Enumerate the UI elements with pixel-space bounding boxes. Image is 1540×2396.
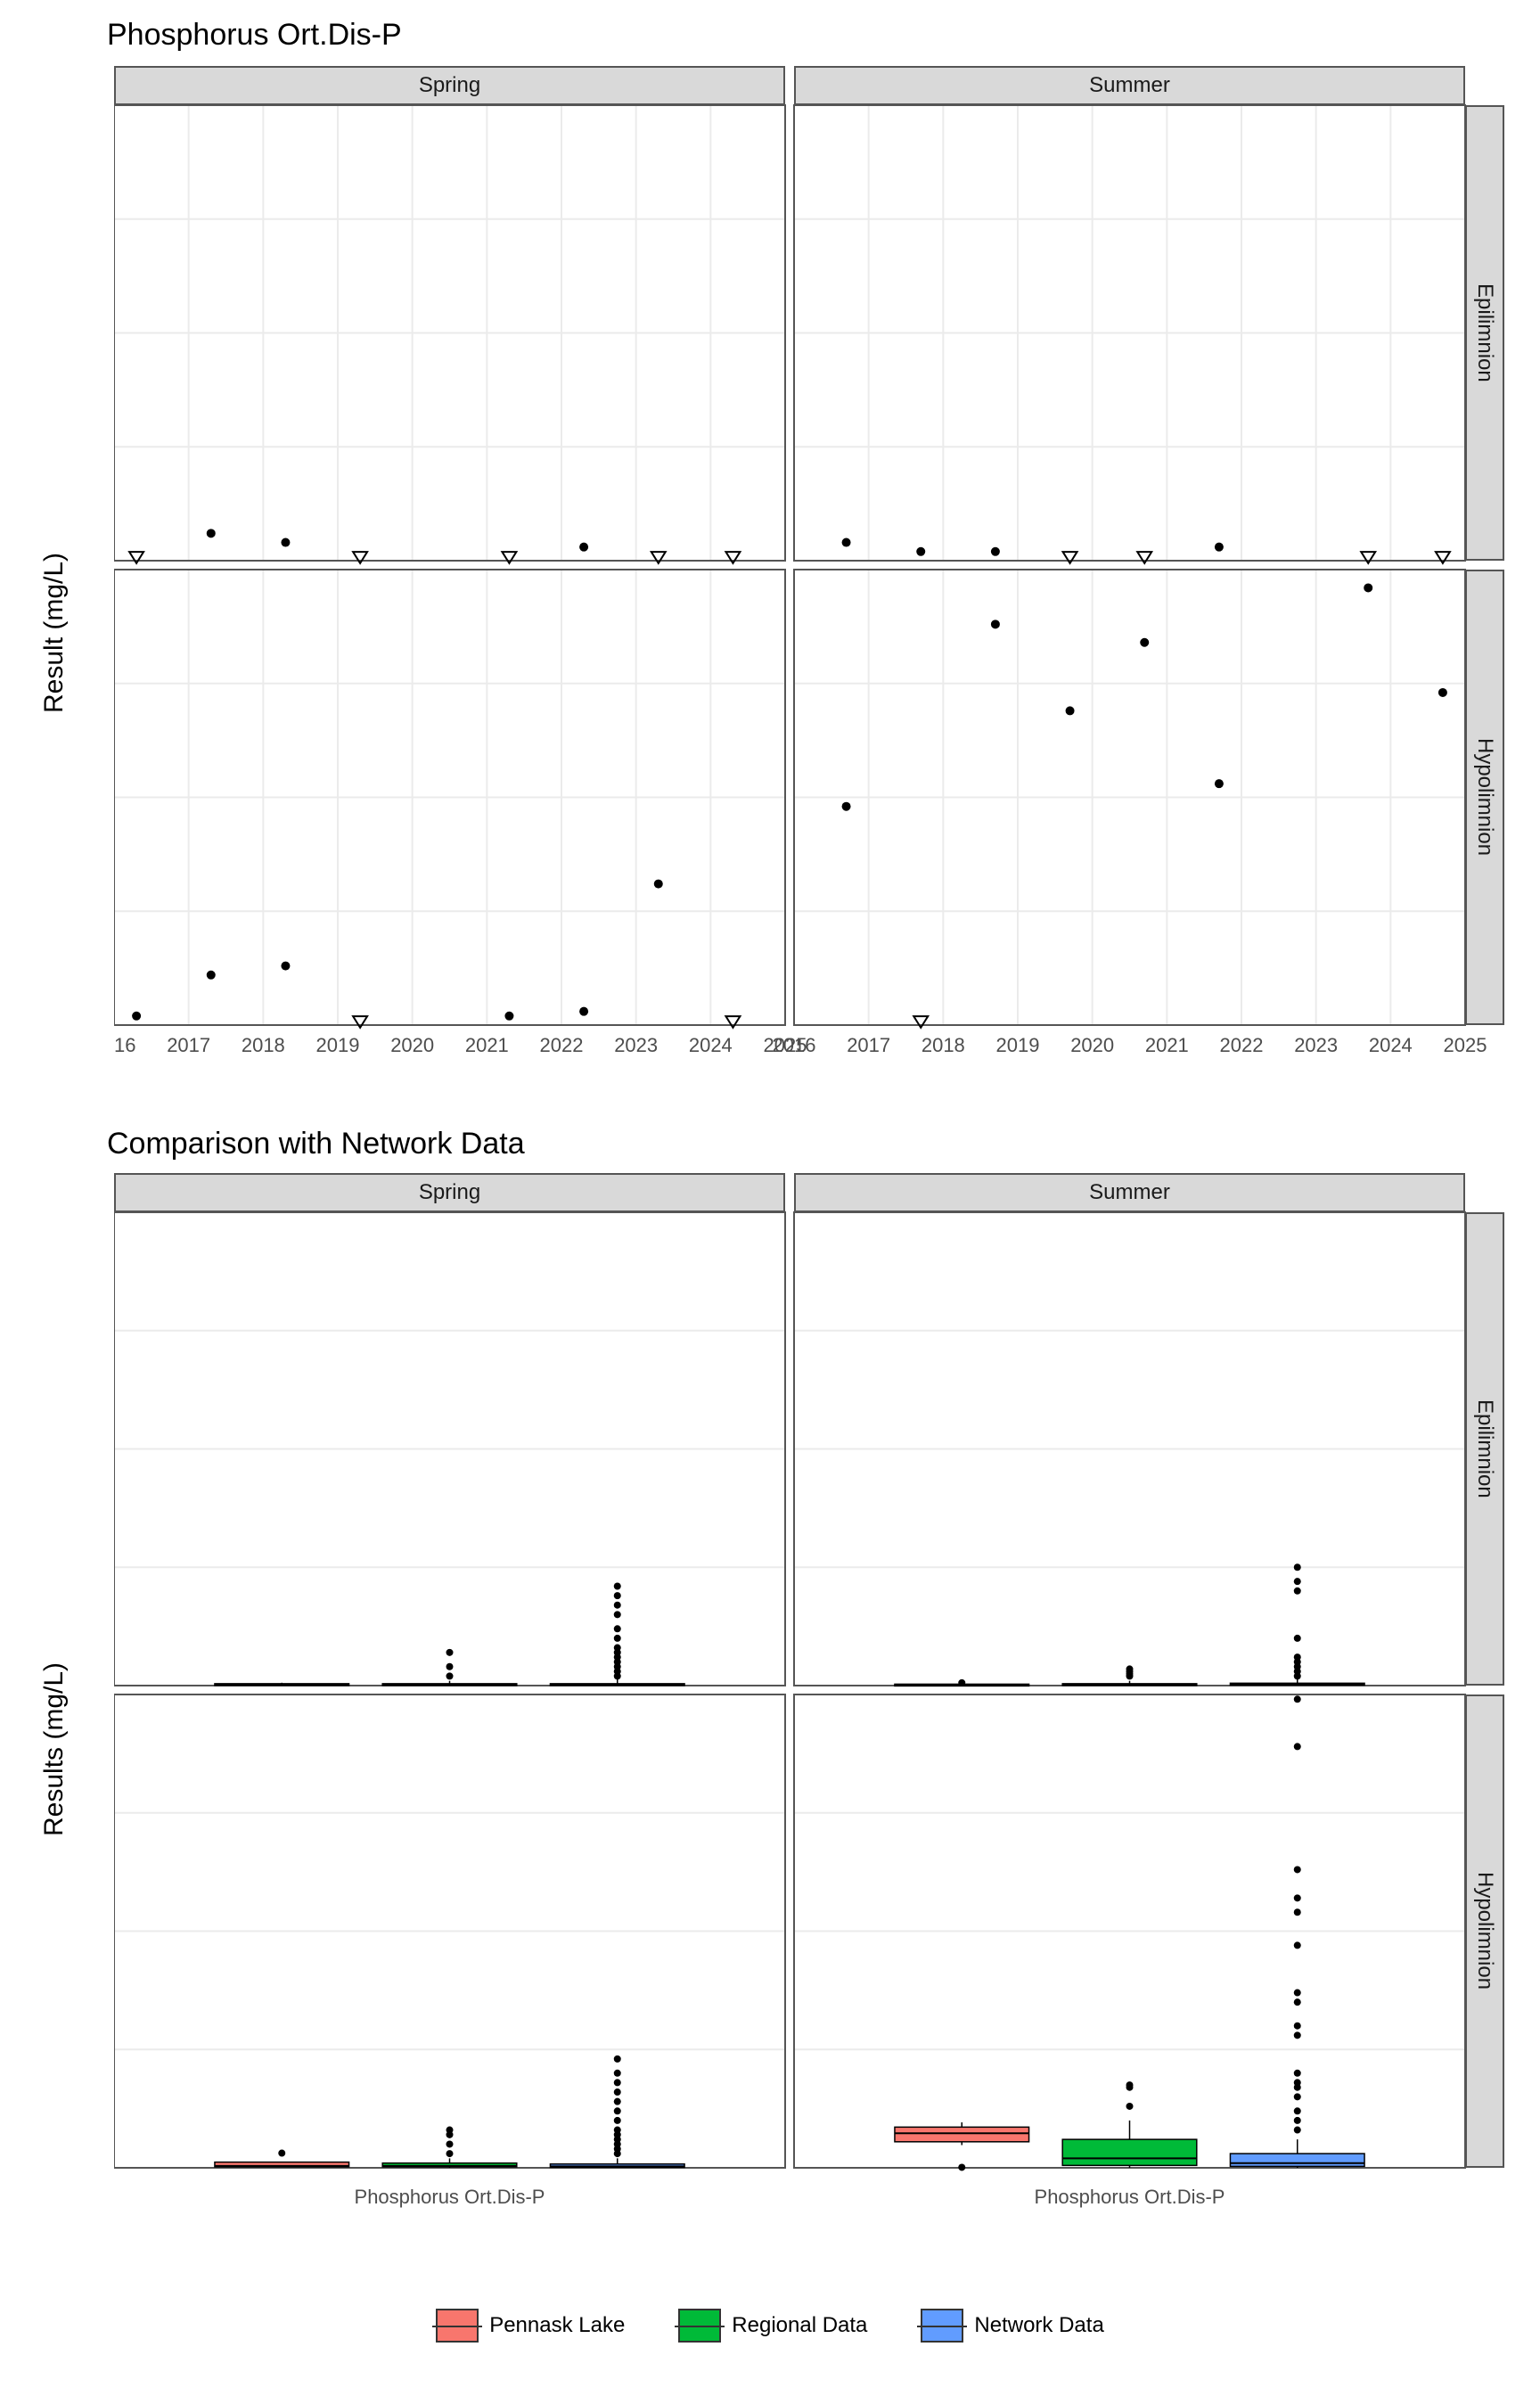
svg-text:2023: 2023: [1294, 1034, 1338, 1056]
svg-text:2024: 2024: [689, 1034, 733, 1056]
legend-label: Network Data: [974, 2313, 1103, 2338]
chart2-title: Comparison with Network Data: [107, 1127, 525, 1161]
svg-text:2022: 2022: [540, 1034, 584, 1056]
chart2: 0.000.250.500.751.000.000.250.500.751.00…: [114, 1173, 1504, 2230]
chart1-ylabel: Result (mg/L): [39, 553, 70, 713]
svg-text:2019: 2019: [996, 1034, 1040, 1056]
svg-text:2018: 2018: [922, 1034, 965, 1056]
legend-item-pennask: Pennask Lake: [436, 2309, 625, 2343]
legend-item-regional: Regional Data: [678, 2309, 867, 2343]
svg-text:Phosphorus Ort.Dis-P: Phosphorus Ort.Dis-P: [355, 2186, 545, 2208]
legend-swatch-icon: [436, 2309, 479, 2343]
facet-strip-row: Hypolimnion: [1465, 1694, 1504, 2168]
facet-strip-row: Epilimnion: [1465, 105, 1504, 561]
facet-strip-row: Hypolimnion: [1465, 570, 1504, 1025]
legend-swatch-icon: [678, 2309, 721, 2343]
facet-strip-col: Summer: [794, 1173, 1465, 1212]
facet-strip-col: Spring: [114, 1173, 785, 1212]
svg-text:2020: 2020: [1070, 1034, 1114, 1056]
svg-text:2016: 2016: [773, 1034, 816, 1056]
svg-text:2018: 2018: [242, 1034, 285, 1056]
svg-text:2021: 2021: [465, 1034, 509, 1056]
legend-label: Regional Data: [732, 2313, 867, 2338]
legend: Pennask Lake Regional Data Network Data: [0, 2309, 1540, 2343]
svg-text:2023: 2023: [614, 1034, 658, 1056]
legend-label: Pennask Lake: [489, 2313, 625, 2338]
svg-text:2017: 2017: [847, 1034, 890, 1056]
chart1-title: Phosphorus Ort.Dis-P: [107, 18, 402, 53]
svg-text:2021: 2021: [1145, 1034, 1189, 1056]
legend-item-network: Network Data: [921, 2309, 1103, 2343]
chart2-ylabel: Results (mg/L): [39, 1662, 70, 1836]
legend-swatch-icon: [921, 2309, 963, 2343]
svg-text:2017: 2017: [167, 1034, 210, 1056]
facet-strip-col: Spring: [114, 66, 785, 105]
svg-text:2016: 2016: [114, 1034, 135, 1056]
facet-strip-col: Summer: [794, 66, 1465, 105]
svg-text:2020: 2020: [390, 1034, 434, 1056]
svg-text:2022: 2022: [1220, 1034, 1264, 1056]
svg-text:2024: 2024: [1369, 1034, 1413, 1056]
svg-text:2025: 2025: [1444, 1034, 1487, 1056]
svg-text:2019: 2019: [316, 1034, 360, 1056]
chart1: 0.0000.0250.0500.0750.100201620172018201…: [114, 66, 1504, 1079]
facet-strip-row: Epilimnion: [1465, 1212, 1504, 1686]
svg-text:Phosphorus Ort.Dis-P: Phosphorus Ort.Dis-P: [1035, 2186, 1225, 2208]
